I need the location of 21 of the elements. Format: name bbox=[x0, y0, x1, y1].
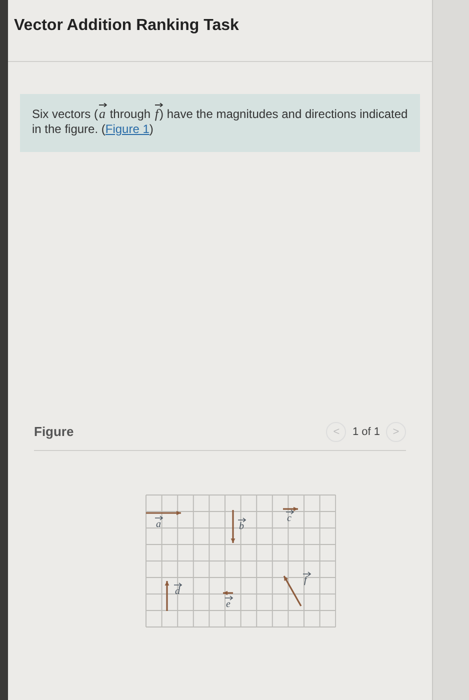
vector-label: c bbox=[286, 510, 294, 524]
vector-arrow bbox=[146, 510, 181, 516]
vector-label: a bbox=[154, 516, 164, 530]
vector-arrow bbox=[164, 581, 170, 611]
overarrow-icon bbox=[99, 103, 108, 107]
next-button[interactable]: > bbox=[386, 422, 406, 442]
vector-label: d bbox=[174, 582, 182, 597]
overarrow-icon bbox=[154, 103, 163, 107]
figure-link[interactable]: Figure 1 bbox=[105, 122, 150, 136]
vector-label: b bbox=[238, 518, 246, 532]
vector-arrow bbox=[230, 510, 236, 543]
page-counter: 1 of 1 bbox=[352, 424, 380, 440]
vector-label: f bbox=[302, 572, 312, 586]
question-text: Six vectors (a through f) have the magnitudes and directions indicated in the figure. (Figure 1) bbox=[32, 106, 408, 137]
previous-button[interactable]: < bbox=[326, 422, 346, 442]
page-title: Vector Addition Ranking Task bbox=[14, 16, 240, 36]
vector-label: e bbox=[224, 596, 234, 610]
figure-heading: Figure bbox=[34, 423, 74, 442]
vector-arrow bbox=[283, 576, 302, 606]
vector-arrow bbox=[283, 506, 298, 512]
vector-arrow bbox=[223, 590, 233, 596]
